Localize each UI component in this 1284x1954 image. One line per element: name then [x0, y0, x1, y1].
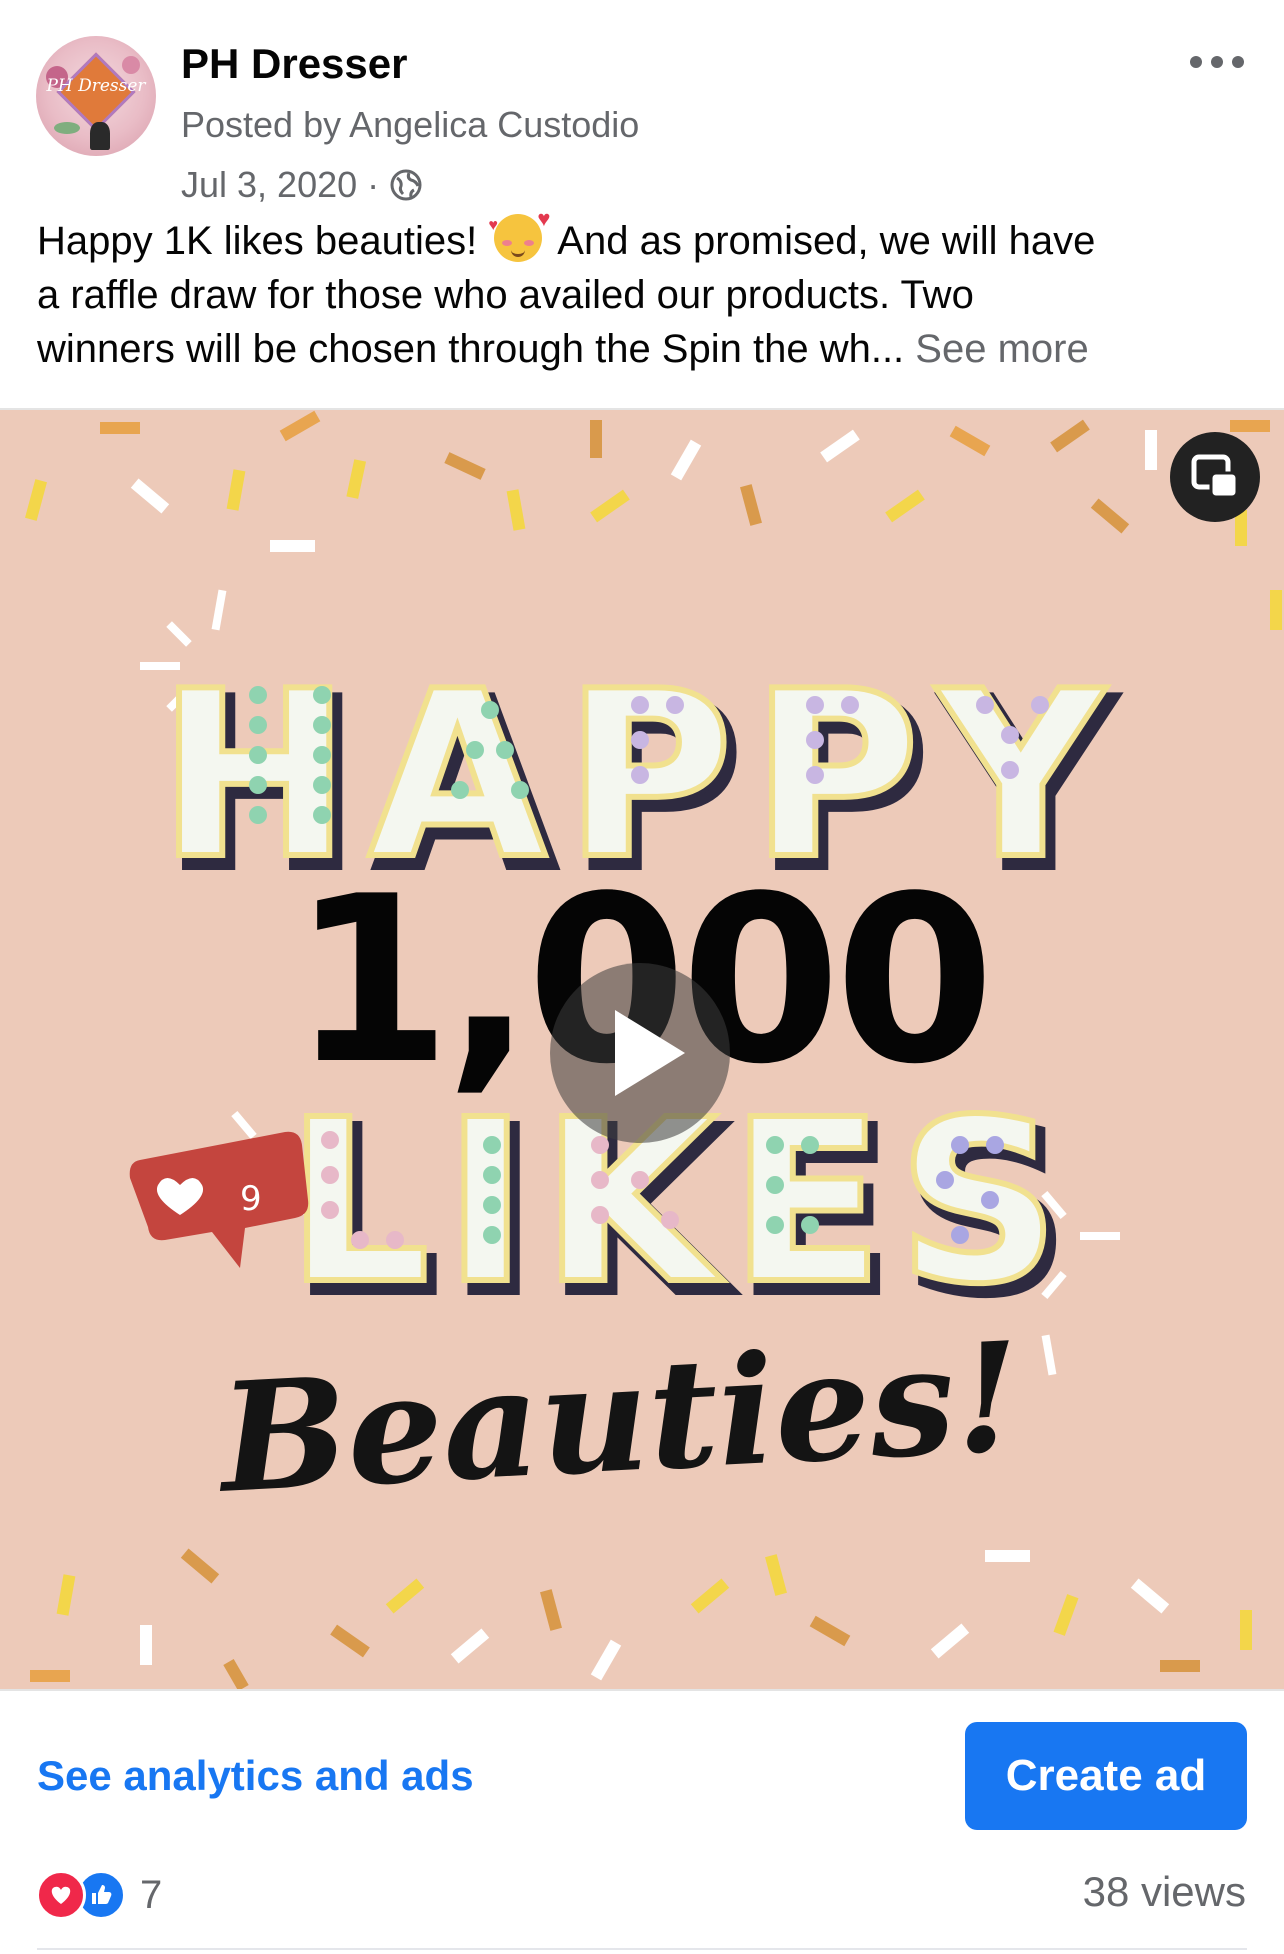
create-ad-button[interactable]: Create ad	[965, 1722, 1247, 1830]
avatar-flower	[122, 56, 140, 74]
posted-by: Posted by Angelica Custodio	[181, 104, 640, 145]
avatar-figure	[90, 122, 110, 150]
meta-separator: ·	[367, 164, 380, 205]
divider	[37, 1948, 1247, 1950]
caption-text: And as promised, we will have	[557, 219, 1096, 263]
globe-icon	[389, 168, 423, 202]
picture-in-picture-icon[interactable]	[1170, 432, 1260, 522]
caption-text: Happy 1K likes beauties!	[37, 219, 478, 263]
post-header: PH Dresser PH Dresser Posted by Angelica…	[0, 0, 1284, 205]
play-icon[interactable]	[550, 963, 730, 1143]
page-name[interactable]: PH Dresser	[181, 40, 407, 88]
like-badge-count: 9	[240, 1179, 262, 1219]
page-avatar[interactable]: PH Dresser	[36, 36, 156, 156]
reaction-count: 7	[140, 1872, 163, 1917]
reaction-summary[interactable]: 7	[36, 1866, 162, 1924]
avatar-leaf	[54, 122, 80, 134]
more-horizontal-icon[interactable]	[1190, 50, 1244, 74]
like-notification-badge: 9	[129, 1131, 309, 1268]
post-date[interactable]: Jul 3, 2020	[181, 164, 357, 206]
see-more-link[interactable]: See more	[915, 327, 1088, 371]
view-count: 38 views	[1082, 1868, 1246, 1915]
caption-text: winners will be chosen through the Spin …	[37, 327, 905, 371]
post-meta: Jul 3, 2020 ·	[181, 164, 423, 206]
caption-text: a raffle draw for those who availed our …	[37, 273, 974, 317]
see-analytics-link[interactable]: See analytics and ads	[37, 1752, 474, 1800]
love-reaction-icon	[36, 1870, 86, 1920]
video-thumbnail: HAPPY HAPPY 1,000 LIKES LIKES	[25, 410, 1282, 1689]
avatar-logo-text: PH Dresser	[46, 76, 146, 96]
video-player[interactable]: HAPPY HAPPY 1,000 LIKES LIKES	[0, 408, 1284, 1691]
post-caption: Happy 1K likes beauties! ♥ ♥ And as promi…	[37, 208, 1252, 376]
smiling-face-with-hearts-icon: ♥ ♥	[488, 208, 550, 262]
